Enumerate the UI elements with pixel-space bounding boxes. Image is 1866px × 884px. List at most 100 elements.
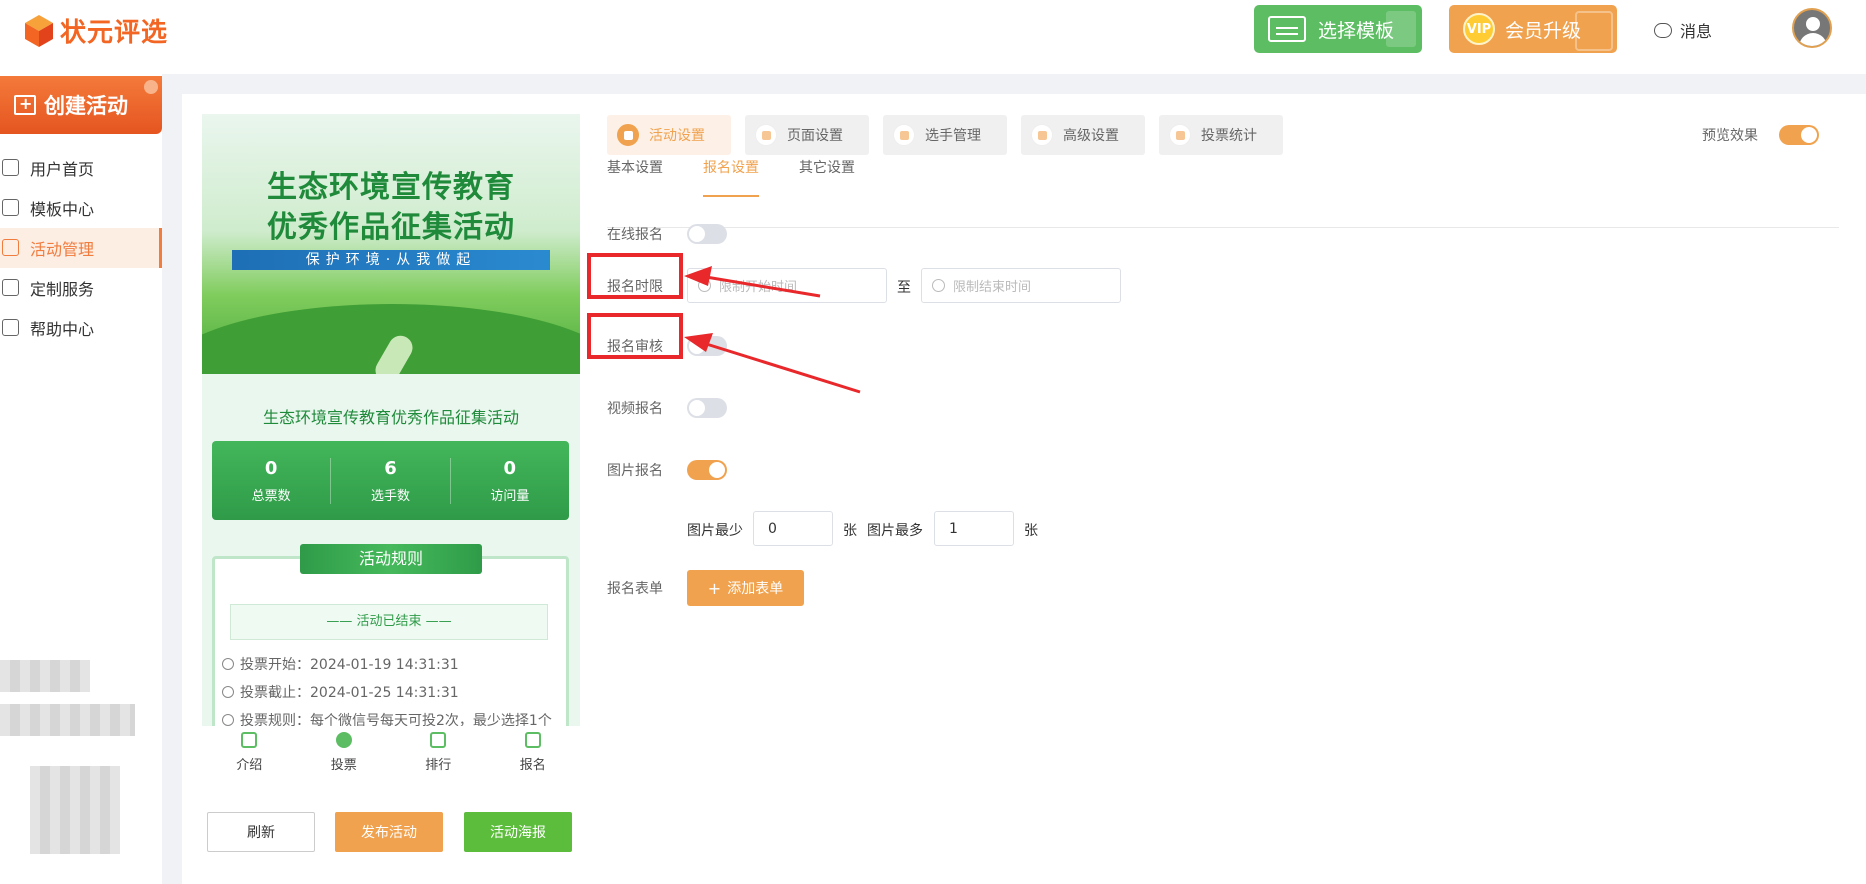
video-signup-toggle[interactable] (687, 398, 727, 418)
clock-icon (222, 714, 234, 726)
image-min-label: 图片最少 (687, 523, 743, 539)
sidebar: 创建活动 用户首页 模板中心 活动管理 定制服务 帮助中心 (0, 74, 162, 884)
tab-label: 活动设置 (649, 128, 705, 144)
subtab-signup-settings[interactable]: 报名设置 (703, 158, 759, 197)
sidebar-item-custom-service[interactable]: 定制服务 (0, 268, 162, 308)
messages-link[interactable]: 消息 (1654, 18, 1712, 42)
activity-poster-button[interactable]: 活动海报 (464, 812, 572, 852)
page-icon (755, 124, 777, 146)
refresh-button[interactable]: 刷新 (207, 812, 315, 852)
mobile-preview[interactable]: 生态环境宣传教育 优秀作品征集活动 保护环境·从我做起 生态环境宣传教育优秀作品… (202, 114, 580, 726)
preview-effect-toggle[interactable] (1779, 125, 1819, 145)
settings-icon (617, 124, 639, 146)
chat-bubble-icon (1654, 22, 1672, 38)
publish-activity-button[interactable]: 发布活动 (335, 812, 443, 852)
users-icon (893, 124, 915, 146)
stat-label: 总票数 (251, 488, 291, 504)
signup-end-time-input[interactable]: 限制结束时间 (921, 268, 1121, 303)
main-panel: 生态环境宣传教育 优秀作品征集活动 保护环境·从我做起 生态环境宣传教育优秀作品… (182, 94, 1866, 884)
highlight-box-signup-time (587, 313, 683, 359)
rule-text: 投票截止：2024-01-25 14:31:31 (240, 685, 459, 701)
home-icon (2, 159, 19, 176)
logo[interactable]: 状元评选 (24, 12, 168, 49)
clock-icon (222, 658, 234, 670)
signup-form-label: 报名表单 (607, 581, 663, 597)
tab-label: 页面设置 (787, 128, 843, 144)
blurred-region (0, 660, 90, 692)
select-template-button[interactable]: 选择模板 (1254, 5, 1422, 53)
mobile-tab-label: 介绍 (236, 758, 263, 773)
stat-contestants: 6 选手数 (331, 457, 451, 504)
mobile-tab-label: 排行 (425, 758, 452, 773)
tab-activity-settings[interactable]: 活动设置 (607, 115, 731, 155)
tab-label: 选手管理 (925, 128, 981, 144)
tab-label: 高级设置 (1063, 128, 1119, 144)
subtab-basic-settings[interactable]: 基本设置 (607, 158, 663, 194)
stat-value: 0 (264, 457, 278, 479)
tab-vote-statistics[interactable]: 投票统计 (1159, 115, 1283, 155)
mobile-tab-label: 投票 (330, 758, 357, 773)
help-box-icon (2, 319, 19, 336)
clock-icon (222, 686, 234, 698)
mobile-tab-vote[interactable]: 投票 (297, 726, 392, 786)
mobile-tab-intro[interactable]: 介绍 (202, 726, 297, 786)
image-signup-label: 图片报名 (607, 463, 663, 479)
vip-upgrade-button[interactable]: VIP 会员升级 (1449, 5, 1617, 53)
activity-title: 生态环境宣传教育优秀作品征集活动 (262, 408, 519, 427)
signup-start-time-input[interactable]: 限制开始时间 (687, 268, 887, 303)
tab-contestant-management[interactable]: 选手管理 (883, 115, 1007, 155)
sidebar-item-home[interactable]: 用户首页 (0, 148, 162, 188)
mobile-tab-signup[interactable]: 报名 (486, 726, 581, 786)
image-max-label: 图片最多 (867, 523, 923, 539)
tab-advanced-settings[interactable]: 高级设置 (1021, 115, 1145, 155)
banner-title-line-1: 生态环境宣传教育 (267, 170, 515, 205)
mobile-tab-bar: 介绍 投票 排行 报名 (202, 726, 580, 786)
folder-icon (2, 199, 19, 216)
subtab-other-settings[interactable]: 其它设置 (799, 158, 855, 194)
clock-icon (932, 279, 945, 292)
user-avatar[interactable] (1792, 8, 1832, 48)
sidebar-item-activity-management[interactable]: 活动管理 (0, 228, 162, 268)
sidebar-item-templates[interactable]: 模板中心 (0, 188, 162, 228)
chart-icon (1169, 124, 1191, 146)
mobile-tab-ranking[interactable]: 排行 (391, 726, 486, 786)
select-template-label: 选择模板 (1318, 19, 1395, 42)
image-min-input[interactable]: 0 (753, 511, 833, 546)
banner-title-line-2: 优秀作品征集活动 (267, 210, 515, 245)
stat-label: 选手数 (370, 488, 410, 504)
template-icon (1268, 16, 1306, 42)
mobile-tab-label: 报名 (519, 758, 546, 773)
subtab-divider (607, 227, 1839, 228)
sidebar-item-help[interactable]: 帮助中心 (0, 308, 162, 348)
medal-icon (430, 732, 447, 748)
vip-badge-icon: VIP (1463, 13, 1495, 45)
stat-visits: 0 访问量 (451, 458, 569, 504)
signup-review-toggle[interactable] (687, 336, 727, 356)
add-form-button[interactable]: + 添加表单 (687, 570, 804, 606)
blurred-qrcode (30, 766, 120, 854)
target-icon (1031, 124, 1053, 146)
vip-upgrade-label: 会员升级 (1505, 19, 1582, 42)
tab-label: 投票统计 (1201, 128, 1257, 144)
tools-icon (2, 279, 19, 296)
add-form-label: 添加表单 (727, 581, 784, 597)
banner-slogan: 保护环境·从我做起 (232, 250, 550, 270)
image-max-input[interactable]: 1 (934, 511, 1014, 546)
tab-page-settings[interactable]: 页面设置 (745, 115, 869, 155)
start-time-placeholder: 限制开始时间 (719, 280, 798, 295)
video-signup-label: 视频报名 (607, 401, 663, 417)
rule-vote-start: 投票开始：2024-01-19 14:31:31 (222, 654, 459, 674)
highlight-box-online-signup (587, 253, 683, 299)
online-signup-toggle[interactable] (687, 224, 727, 244)
image-signup-toggle[interactable] (687, 460, 727, 480)
template-decoration-icon (1386, 11, 1416, 47)
stat-total-votes: 0 总票数 (212, 457, 332, 504)
edit-icon (524, 732, 541, 748)
create-activity-button[interactable]: 创建活动 (0, 76, 162, 134)
online-signup-label: 在线报名 (607, 227, 663, 243)
vote-icon (335, 732, 352, 748)
messages-label: 消息 (1680, 22, 1713, 41)
rule-text: 投票开始：2024-01-19 14:31:31 (240, 657, 459, 673)
logo-text: 状元评选 (60, 18, 169, 48)
image-unit-label: 张 (843, 523, 857, 539)
